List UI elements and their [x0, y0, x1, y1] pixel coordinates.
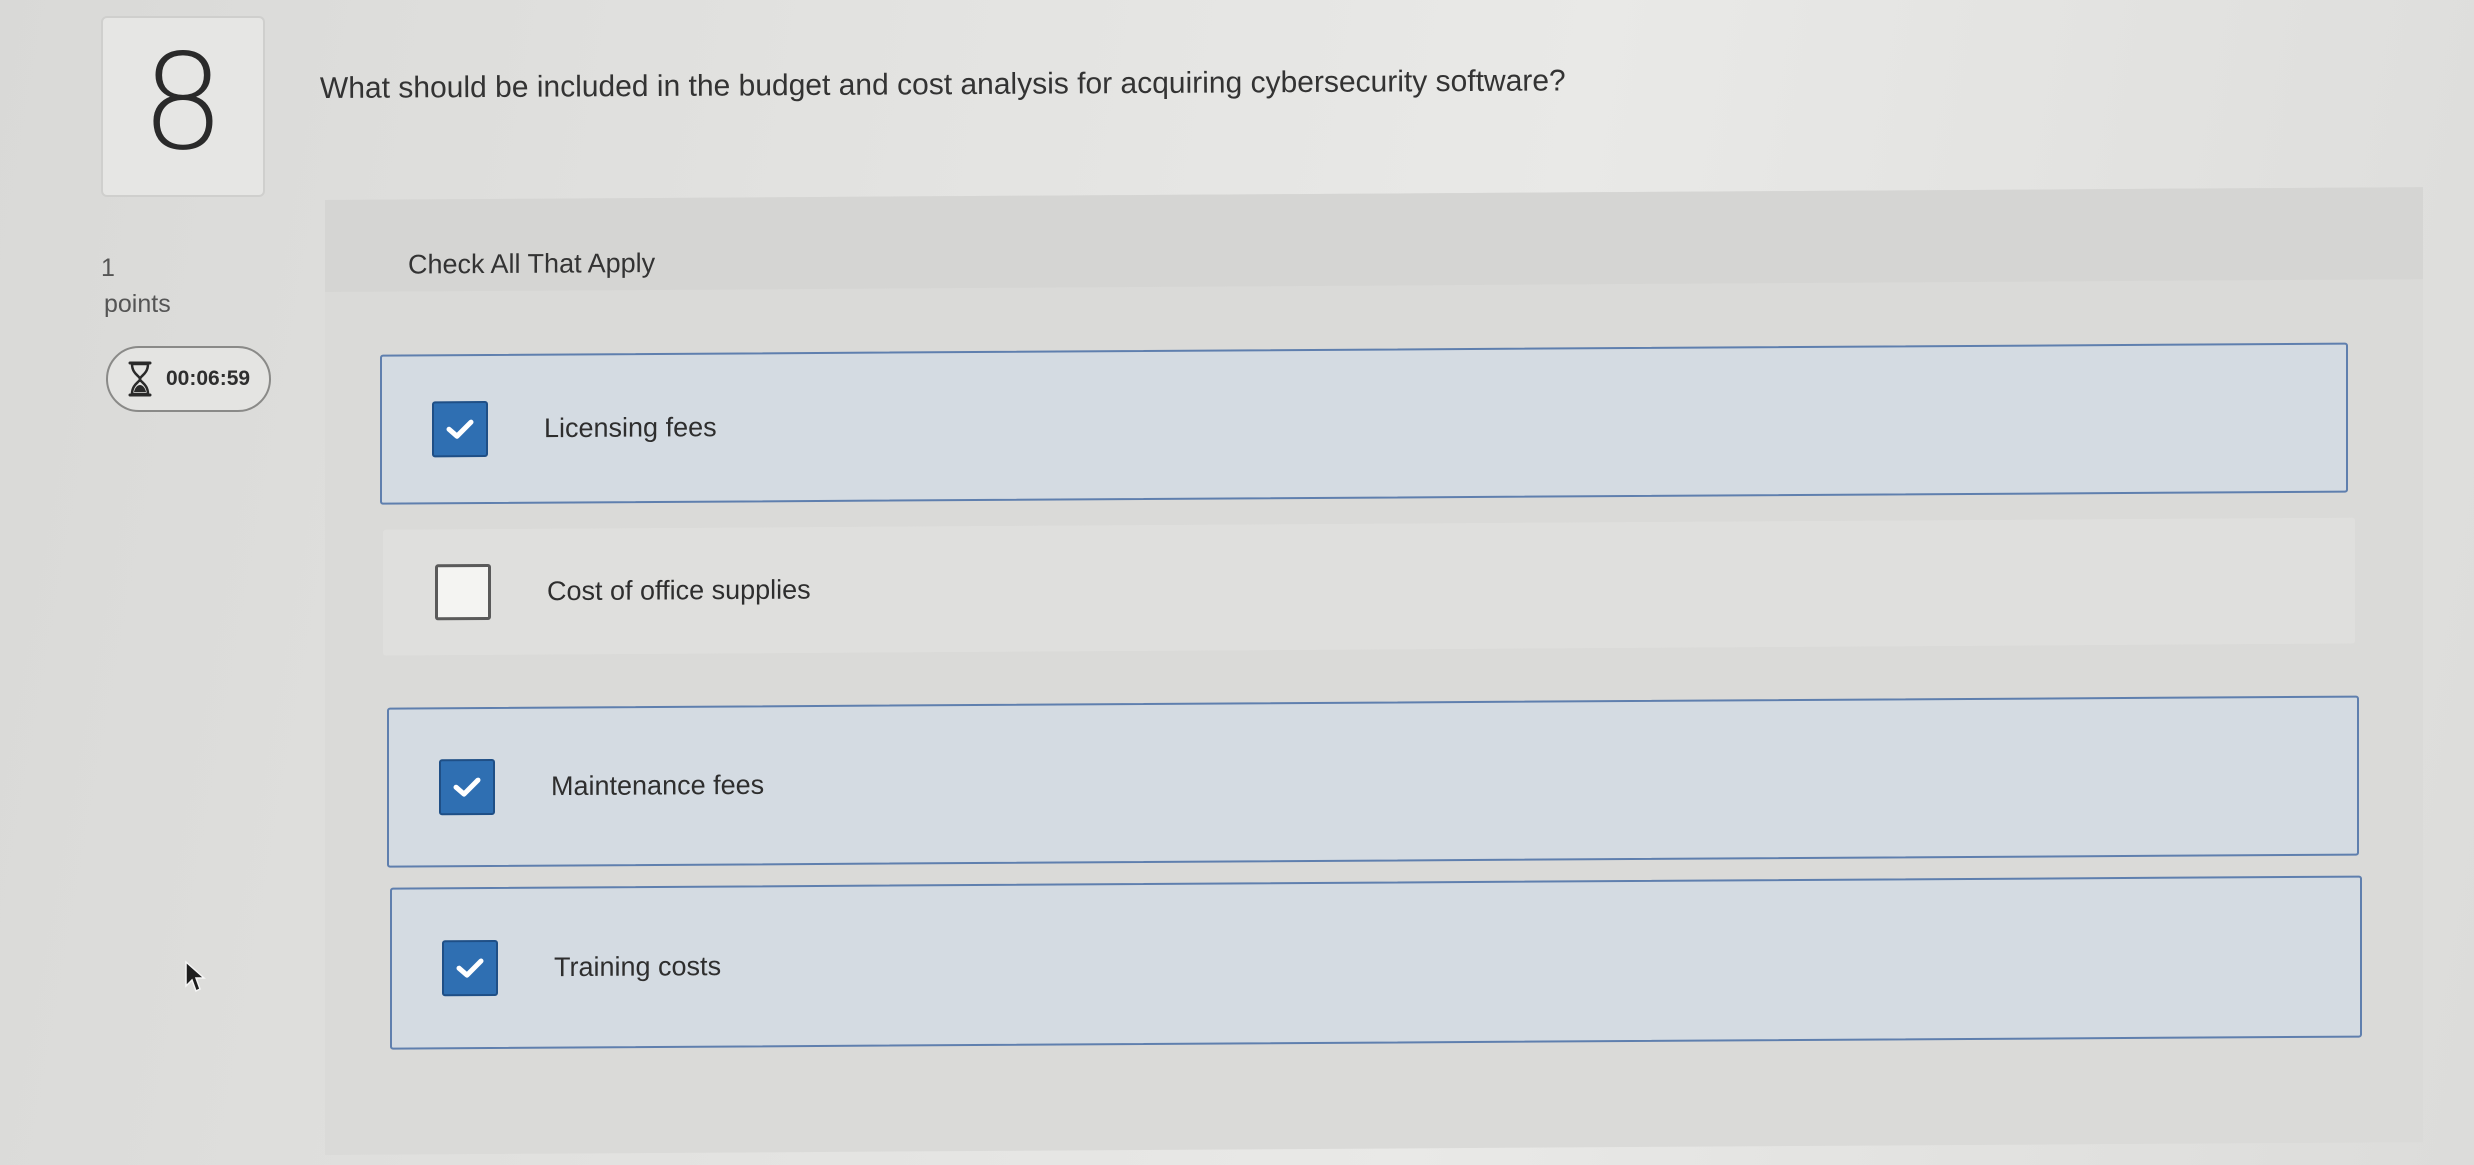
- checkmark-icon: [446, 419, 474, 439]
- instruction-text: Check All That Apply: [408, 247, 656, 280]
- mouse-cursor-icon: [185, 960, 206, 993]
- question-number: 8: [141, 25, 225, 180]
- option-cost-of-office-supplies[interactable]: Cost of office supplies: [383, 517, 2355, 656]
- option-label: Cost of office supplies: [547, 574, 811, 607]
- option-label: Licensing fees: [544, 412, 717, 444]
- panel-header: Check All That Apply: [325, 187, 2423, 292]
- checkbox-checked[interactable]: [432, 401, 488, 458]
- points-label: points: [104, 290, 171, 318]
- option-label: Maintenance fees: [551, 769, 765, 802]
- option-maintenance-fees[interactable]: Maintenance fees: [387, 695, 2359, 868]
- hourglass-icon: [126, 361, 154, 397]
- checkbox-unchecked[interactable]: [435, 563, 491, 621]
- timer-badge[interactable]: 00:06:59: [106, 346, 271, 412]
- checkbox-checked[interactable]: [442, 939, 498, 997]
- answer-panel: Check All That Apply Licensing fees Cost…: [325, 187, 2423, 1155]
- option-licensing-fees[interactable]: Licensing fees: [380, 342, 2348, 505]
- checkmark-icon: [453, 777, 481, 797]
- timer-value: 00:06:59: [166, 367, 251, 390]
- checkbox-checked[interactable]: [439, 758, 495, 816]
- option-label: Training costs: [554, 951, 722, 983]
- question-number-box: 8: [101, 16, 265, 197]
- option-training-costs[interactable]: Training costs: [390, 875, 2362, 1050]
- checkmark-icon: [456, 958, 484, 978]
- points-value: 1: [101, 254, 115, 282]
- question-text: What should be included in the budget an…: [319, 64, 1566, 105]
